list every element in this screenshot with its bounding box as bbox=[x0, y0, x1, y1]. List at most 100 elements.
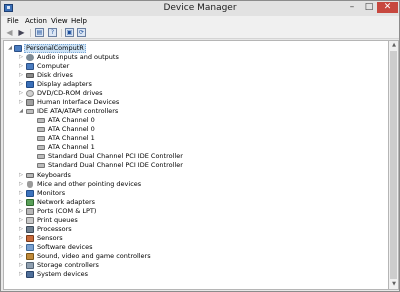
vertical-scrollbar[interactable]: ▲ ▼ bbox=[389, 40, 399, 290]
collapsed-arrow-icon[interactable]: ▷ bbox=[18, 98, 24, 107]
collapsed-arrow-icon[interactable]: ▷ bbox=[18, 53, 24, 62]
system-device-icon bbox=[26, 271, 34, 278]
tree-category-label[interactable]: Monitors bbox=[37, 189, 65, 198]
tree-category-label[interactable]: Human Interface Devices bbox=[37, 98, 119, 107]
collapsed-arrow-icon[interactable]: ▷ bbox=[18, 261, 24, 270]
tree-device-label[interactable]: ATA Channel 1 bbox=[48, 134, 95, 143]
tree-device[interactable]: Standard Dual Channel PCI IDE Controller bbox=[4, 152, 388, 161]
tree-category-label[interactable]: Sensors bbox=[37, 234, 63, 243]
tree-device-label[interactable]: Standard Dual Channel PCI IDE Controller bbox=[48, 152, 183, 161]
title-bar: Device Manager – □ ✕ bbox=[1, 1, 399, 16]
tree-category-label[interactable]: Audio inputs and outputs bbox=[37, 53, 119, 62]
forward-arrow-icon[interactable]: ▶ bbox=[17, 28, 26, 37]
scan-hardware-icon[interactable]: ⟳ bbox=[77, 28, 86, 37]
tree-root-row[interactable]: ◢ PersonalComputR bbox=[4, 44, 388, 53]
help-icon[interactable]: ? bbox=[48, 28, 57, 37]
menu-file[interactable]: File bbox=[7, 17, 19, 26]
collapsed-arrow-icon[interactable]: ▷ bbox=[18, 89, 24, 98]
tree-category-label[interactable]: Sound, video and game controllers bbox=[37, 252, 151, 261]
tree-category-label[interactable]: Computer bbox=[37, 62, 69, 71]
tree-category[interactable]: ▷ System devices bbox=[4, 270, 388, 279]
expanded-arrow-icon[interactable]: ◢ bbox=[7, 44, 13, 53]
collapsed-arrow-icon[interactable]: ▷ bbox=[18, 252, 24, 261]
tree-category[interactable]: ▷ Computer bbox=[4, 62, 388, 71]
collapsed-arrow-icon[interactable]: ▷ bbox=[18, 270, 24, 279]
tree-category-label[interactable]: Ports (COM & LPT) bbox=[37, 207, 96, 216]
tree-device[interactable]: ATA Channel 1 bbox=[4, 143, 388, 152]
scroll-thumb[interactable] bbox=[390, 51, 397, 279]
software-device-icon bbox=[26, 244, 34, 251]
tree-category[interactable]: ▷ Print queues bbox=[4, 216, 388, 225]
tree-category[interactable]: ▷ Network adapters bbox=[4, 198, 388, 207]
tree-device[interactable]: ATA Channel 0 bbox=[4, 116, 388, 125]
tree-category-label[interactable]: Software devices bbox=[37, 243, 92, 252]
tree-category-label[interactable]: Mice and other pointing devices bbox=[37, 180, 141, 189]
tree-device-label[interactable]: Standard Dual Channel PCI IDE Controller bbox=[48, 161, 183, 170]
tree-root-label[interactable]: PersonalComputR bbox=[24, 44, 86, 53]
menu-view[interactable]: View bbox=[51, 17, 68, 26]
tree-category[interactable]: ▷ Storage controllers bbox=[4, 261, 388, 270]
tree-category-label[interactable]: IDE ATA/ATAPI controllers bbox=[37, 107, 118, 116]
tree-category[interactable]: ▷ Sensors bbox=[4, 234, 388, 243]
tree-category[interactable]: ▷ Ports (COM & LPT) bbox=[4, 207, 388, 216]
tree-category-label[interactable]: Print queues bbox=[37, 216, 78, 225]
collapsed-arrow-icon[interactable]: ▷ bbox=[18, 198, 24, 207]
tree-category-label[interactable]: Keyboards bbox=[37, 171, 71, 180]
tree-category[interactable]: ◢ IDE ATA/ATAPI controllers bbox=[4, 107, 388, 116]
collapsed-arrow-icon[interactable]: ▷ bbox=[18, 189, 24, 198]
update-driver-icon[interactable]: ▣ bbox=[65, 28, 74, 37]
tree-category-label[interactable]: Storage controllers bbox=[37, 261, 99, 270]
tree-category[interactable]: ▷ Audio inputs and outputs bbox=[4, 53, 388, 62]
tree-category-label[interactable]: Display adapters bbox=[37, 80, 92, 89]
ide-controller-icon bbox=[26, 109, 34, 114]
scroll-up-icon[interactable]: ▲ bbox=[390, 42, 398, 49]
maximize-button[interactable]: □ bbox=[362, 2, 376, 13]
minimize-button[interactable]: – bbox=[345, 2, 359, 13]
tree-device[interactable]: ATA Channel 0 bbox=[4, 125, 388, 134]
expanded-arrow-icon[interactable]: ◢ bbox=[18, 107, 24, 116]
tree-category-label[interactable]: Network adapters bbox=[37, 198, 95, 207]
tree-category[interactable]: ▷ Keyboards bbox=[4, 171, 388, 180]
collapsed-arrow-icon[interactable]: ▷ bbox=[18, 171, 24, 180]
collapsed-arrow-icon[interactable]: ▷ bbox=[18, 216, 24, 225]
tree-category[interactable]: ▷ Display adapters bbox=[4, 80, 388, 89]
sound-controller-icon bbox=[26, 253, 34, 260]
collapsed-arrow-icon[interactable]: ▷ bbox=[18, 62, 24, 71]
device-manager-window: Device Manager – □ ✕ File Action View He… bbox=[0, 0, 400, 292]
device-tree[interactable]: ◢ PersonalComputR ▷ Audio inputs and out… bbox=[3, 40, 389, 290]
tree-category-label[interactable]: Processors bbox=[37, 225, 72, 234]
collapsed-arrow-icon[interactable]: ▷ bbox=[18, 80, 24, 89]
ide-channel-icon bbox=[37, 118, 45, 123]
collapsed-arrow-icon[interactable]: ▷ bbox=[18, 225, 24, 234]
menu-help[interactable]: Help bbox=[71, 17, 87, 26]
close-button[interactable]: ✕ bbox=[377, 2, 398, 13]
collapsed-arrow-icon[interactable]: ▷ bbox=[18, 243, 24, 252]
tree-category[interactable]: ▷ Human Interface Devices bbox=[4, 98, 388, 107]
collapsed-arrow-icon[interactable]: ▷ bbox=[18, 180, 24, 189]
tree-category[interactable]: ▷ Sound, video and game controllers bbox=[4, 252, 388, 261]
tree-category-label[interactable]: System devices bbox=[37, 270, 88, 279]
collapsed-arrow-icon[interactable]: ▷ bbox=[18, 71, 24, 80]
tree-device[interactable]: ATA Channel 1 bbox=[4, 134, 388, 143]
dvd-drive-icon bbox=[26, 90, 34, 97]
tree-category[interactable]: ▷ Processors bbox=[4, 225, 388, 234]
tree-device-label[interactable]: ATA Channel 0 bbox=[48, 125, 95, 134]
tree-category-label[interactable]: Disk drives bbox=[37, 71, 73, 80]
tree-category[interactable]: ▷ Mice and other pointing devices bbox=[4, 180, 388, 189]
tree-category-label[interactable]: DVD/CD-ROM drives bbox=[37, 89, 103, 98]
properties-icon[interactable]: ▤ bbox=[35, 28, 44, 37]
menu-action[interactable]: Action bbox=[25, 17, 47, 26]
collapsed-arrow-icon[interactable]: ▷ bbox=[18, 234, 24, 243]
tree-device-label[interactable]: ATA Channel 0 bbox=[48, 116, 95, 125]
tree-category[interactable]: ▷ Disk drives bbox=[4, 71, 388, 80]
collapsed-arrow-icon[interactable]: ▷ bbox=[18, 207, 24, 216]
tree-category[interactable]: ▷ Monitors bbox=[4, 189, 388, 198]
tree-category[interactable]: ▷ Software devices bbox=[4, 243, 388, 252]
scroll-down-icon[interactable]: ▼ bbox=[390, 281, 398, 288]
audio-icon bbox=[26, 54, 34, 61]
tree-device-label[interactable]: ATA Channel 1 bbox=[48, 143, 95, 152]
tree-category[interactable]: ▷ DVD/CD-ROM drives bbox=[4, 89, 388, 98]
ide-controller-icon bbox=[37, 154, 45, 159]
tree-device[interactable]: Standard Dual Channel PCI IDE Controller bbox=[4, 161, 388, 170]
back-arrow-icon[interactable]: ◀ bbox=[5, 28, 14, 37]
